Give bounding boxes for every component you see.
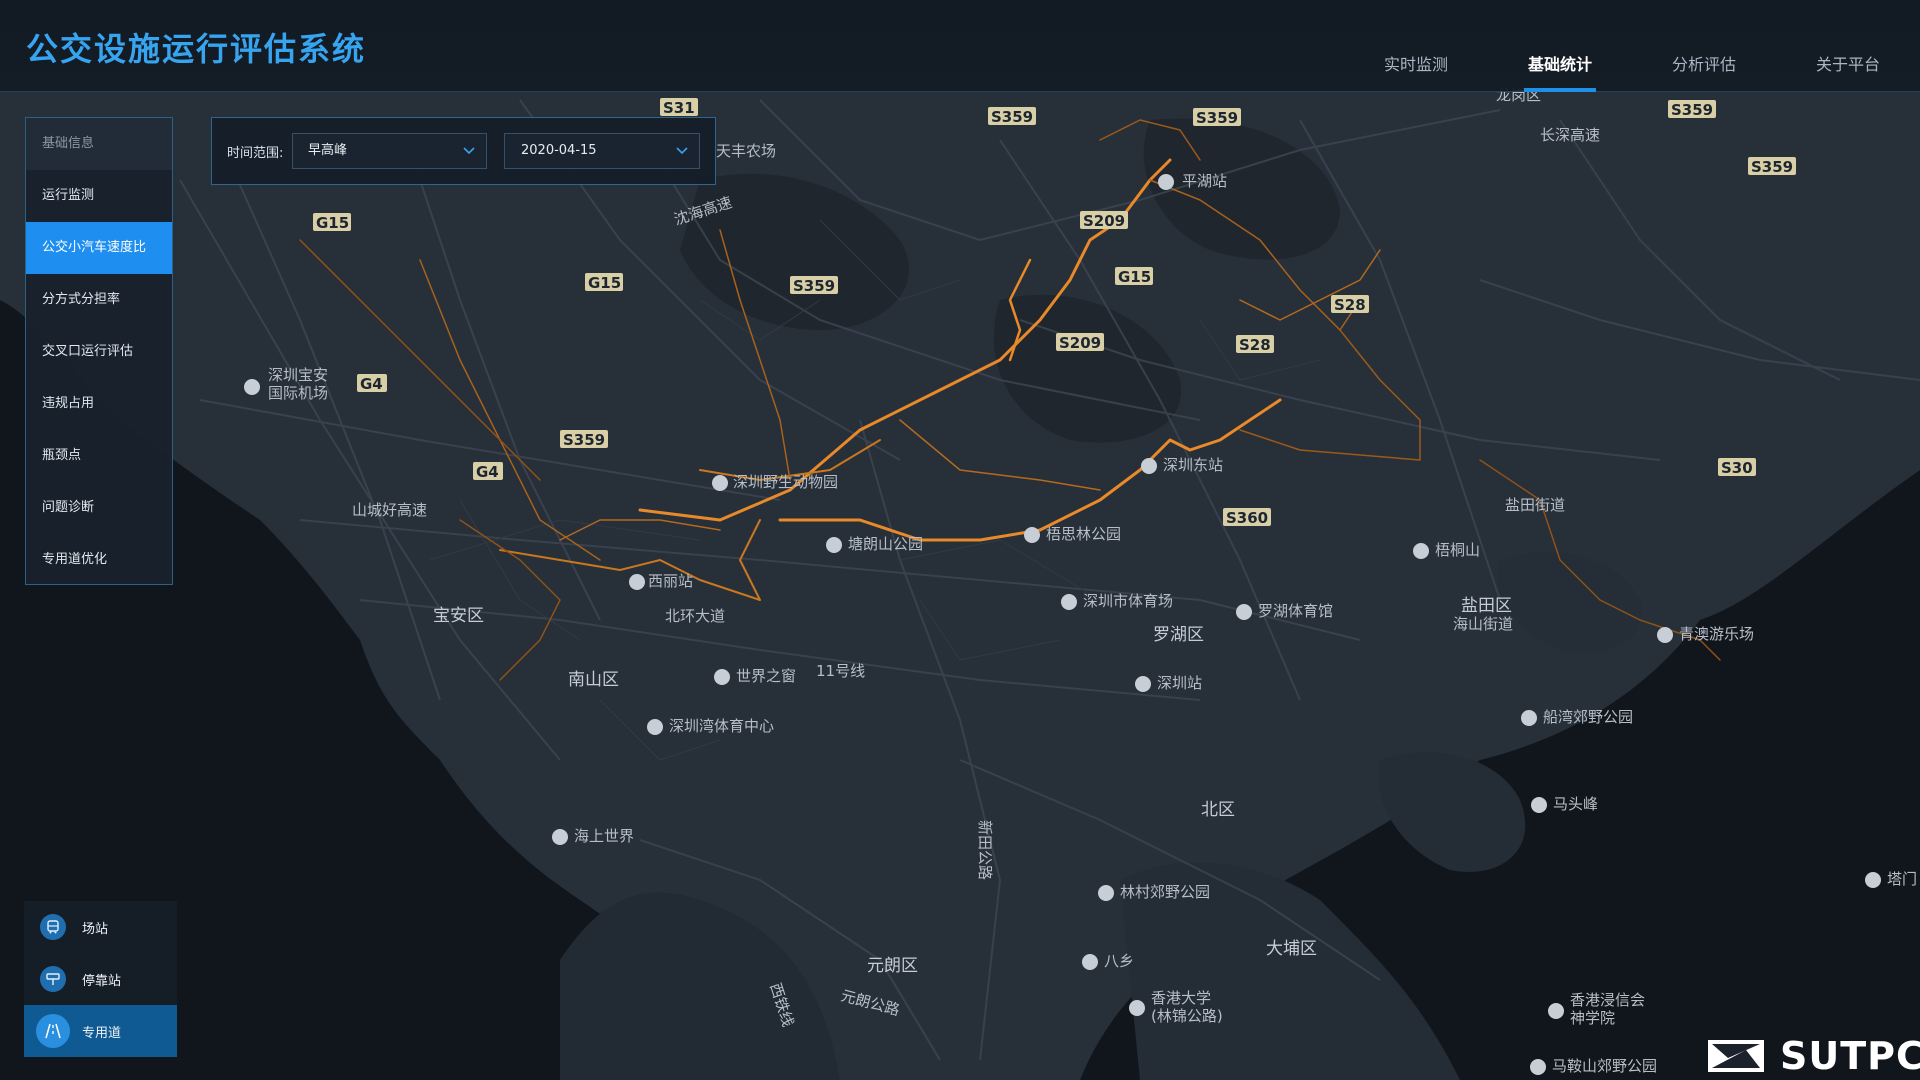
svg-text:国际机场: 国际机场 [268,384,328,402]
sidebar-item-operation-monitoring[interactable]: 运行监测 [26,170,172,222]
svg-text:新田公路: 新田公路 [976,820,994,880]
layer-label: 停靠站 [82,973,122,989]
svg-text:S359: S359 [1196,109,1238,127]
svg-text:深圳东站: 深圳东站 [1163,456,1223,474]
sidebar-header: 基础信息 [26,118,172,170]
svg-text:S359: S359 [991,108,1033,126]
svg-text:青澳游乐场: 青澳游乐场 [1679,625,1754,643]
sidebar-item-bottleneck[interactable]: 瓶颈点 [26,430,172,482]
svg-text:平湖站: 平湖站 [1182,172,1227,190]
svg-text:八乡: 八乡 [1104,952,1134,970]
svg-text:天丰农场: 天丰农场 [716,142,776,160]
svg-text:元朗区: 元朗区 [867,956,918,976]
layer-toggle-station[interactable]: 场站 [24,901,177,953]
sidebar-item-bus-lane-optimization[interactable]: 专用道优化 [26,534,172,586]
svg-text:南山区: 南山区 [568,670,619,690]
svg-text:海山街道: 海山街道 [1453,615,1513,633]
svg-text:S359: S359 [1751,158,1793,176]
svg-text:S359: S359 [1671,101,1713,119]
period-select[interactable]: 早高峰 [292,133,487,169]
sutpc-logo: SUTPC [1706,1034,1920,1078]
svg-text:深圳湾体育中心: 深圳湾体育中心 [669,717,774,735]
svg-text:马鞍山郊野公园: 马鞍山郊野公园 [1552,1057,1657,1075]
svg-text:S28: S28 [1239,336,1271,354]
svg-text:(林锦公路): (林锦公路) [1151,1007,1223,1025]
sidebar-item-problem-diagnosis[interactable]: 问题诊断 [26,482,172,534]
layer-legend: 场站 停靠站 专用道 [24,901,177,1057]
svg-text:香港大学: 香港大学 [1151,989,1211,1007]
date-select[interactable]: 2020-04-15 [504,133,700,169]
sidebar-menu: 基础信息 运行监测 公交小汽车速度比 分方式分担率 交叉口运行评估 违规占用 瓶… [25,117,173,585]
tab-about-platform[interactable]: 关于平台 [1776,0,1920,92]
svg-text:马头峰: 马头峰 [1553,795,1598,813]
svg-text:宝安区: 宝安区 [433,606,484,626]
layer-toggle-bus-lane[interactable]: 专用道 [24,1005,177,1057]
bus-stop-icon [40,966,66,992]
svg-text:盐田区: 盐田区 [1461,596,1512,616]
svg-text:长深高速: 长深高速 [1540,126,1600,144]
logo-text: SUTPC [1780,1034,1920,1078]
svg-text:北环大道: 北环大道 [665,607,725,625]
svg-text:深圳宝安: 深圳宝安 [268,366,328,384]
sidebar-item-intersection-evaluation[interactable]: 交叉口运行评估 [26,326,172,378]
svg-text:山城好高速: 山城好高速 [352,501,427,519]
tab-analysis-evaluation[interactable]: 分析评估 [1632,0,1776,92]
svg-text:S359: S359 [793,277,835,295]
svg-text:G15: G15 [316,214,349,232]
sidebar-item-mode-share[interactable]: 分方式分担率 [26,274,172,326]
svg-text:大埔区: 大埔区 [1266,939,1317,959]
svg-text:香港浸信会: 香港浸信会 [1570,991,1645,1009]
svg-text:深圳市体育场: 深圳市体育场 [1083,592,1173,610]
svg-text:梧思林公园: 梧思林公园 [1046,525,1121,543]
svg-text:G15: G15 [1118,268,1151,286]
svg-text:神学院: 神学院 [1570,1009,1615,1027]
sidebar-item-illegal-occupation[interactable]: 违规占用 [26,378,172,430]
svg-text:11号线: 11号线 [816,662,865,680]
tab-realtime-monitoring[interactable]: 实时监测 [1344,0,1488,92]
bus-lane-icon [36,1014,70,1048]
svg-text:罗湖体育馆: 罗湖体育馆 [1258,602,1333,620]
app-title: 公交设施运行评估系统 [26,30,367,68]
svg-text:林村郊野公园: 林村郊野公园 [1120,883,1210,901]
svg-text:罗湖区: 罗湖区 [1153,625,1204,645]
svg-text:塔门: 塔门 [1887,870,1917,888]
sidebar-item-bus-car-speed-ratio[interactable]: 公交小汽车速度比 [26,222,172,274]
svg-text:S30: S30 [1721,459,1753,477]
layer-label: 专用道 [82,1025,122,1041]
svg-text:G4: G4 [360,375,383,393]
svg-text:海上世界: 海上世界 [574,827,634,845]
top-header: 公交设施运行评估系统 实时监测 基础统计 分析评估 关于平台 [0,0,1920,92]
svg-text:G4: G4 [476,463,499,481]
svg-text:北区: 北区 [1201,800,1235,820]
svg-text:梧桐山: 梧桐山 [1435,541,1480,559]
svg-text:船湾郊野公园: 船湾郊野公园 [1543,708,1633,726]
svg-text:西丽站: 西丽站 [648,572,693,590]
svg-text:S359: S359 [563,431,605,449]
svg-text:深圳野生动物园: 深圳野生动物园 [733,473,838,491]
sutpc-logo-mark [1708,1040,1764,1072]
svg-text:S31: S31 [663,99,695,117]
time-range-filter: 时间范围: 早高峰 2020-04-15 [211,117,716,185]
layer-toggle-bus-stop[interactable]: 停靠站 [24,953,177,1005]
svg-text:S209: S209 [1083,212,1125,230]
svg-text:S28: S28 [1334,296,1366,314]
period-select-value: 早高峰 [308,143,348,158]
layer-label: 场站 [82,921,109,937]
bus-icon [40,914,66,940]
main-nav: 实时监测 基础统计 分析评估 关于平台 [1344,0,1920,92]
chevron-down-icon [463,147,475,155]
svg-text:G15: G15 [588,274,621,292]
svg-text:S360: S360 [1226,509,1268,527]
svg-text:盐田街道: 盐田街道 [1505,496,1565,514]
time-range-label: 时间范围: [227,146,284,161]
svg-text:S209: S209 [1059,334,1101,352]
chevron-down-icon [676,147,688,155]
svg-text:世界之窗: 世界之窗 [736,667,796,685]
date-select-value: 2020-04-15 [521,143,597,158]
tab-basic-statistics[interactable]: 基础统计 [1488,0,1632,92]
svg-text:深圳站: 深圳站 [1157,674,1202,692]
svg-text:塘朗山公园: 塘朗山公园 [848,535,923,553]
